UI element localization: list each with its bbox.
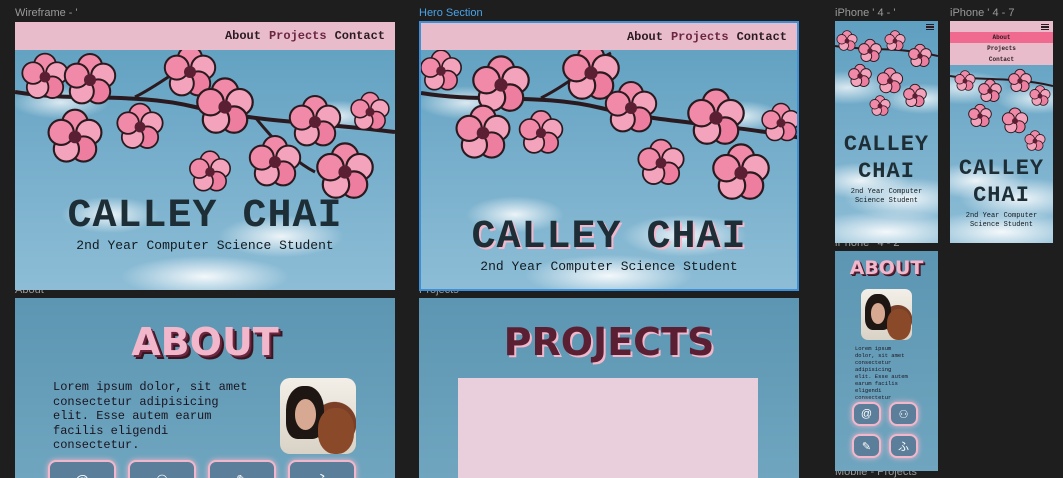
about-text-line: Lorem ipsum dolor, sit amet [53,380,248,394]
about-text-line: consectetur [855,394,892,401]
hero-name-line1: CALLEY [958,156,1045,181]
projects-heading: PROJECTS [503,320,715,364]
about-text-line: facilis eligendi [53,423,169,438]
about-text-line: earum facilis [855,380,898,387]
hero-name-line2: CHAI [973,183,1030,208]
about-text-line: elit. Esse autem [855,373,908,380]
iphone-b-frame[interactable]: About Projects Contact CALLEY CHAI 2nd Y… [950,21,1053,243]
nav-bar: About Projects Contact [421,23,797,50]
about-text: Lorem ipsum dolor, sit amet consectetur … [53,380,247,453]
hero-subtitle: 2nd Year Computer Science Student [76,238,334,253]
handshake-icon[interactable]: ⚇ [889,402,918,426]
projects-frame[interactable]: PROJECTS [419,298,799,478]
about-text-line: elit. Esse autem earum [53,409,212,423]
mobile-menu-contact[interactable]: Contact [950,54,1053,65]
fu-icon[interactable]: ふ [288,460,356,478]
hero-section-frame[interactable]: About Projects Contact CALLEY CHAI 2nd Y… [419,21,799,291]
mobile-menu-about[interactable]: About [950,32,1053,43]
nav-about-link[interactable]: About [225,29,261,43]
hero-subtitle-line2: Science Student [969,221,1033,229]
project-card[interactable] [458,378,758,478]
about-text-line: eligendi [855,387,882,394]
threads-icon[interactable]: @ [48,460,116,478]
frame-label-wireframe[interactable]: Wireframe - ' [15,7,78,19]
threads-icon[interactable]: @ [852,402,881,426]
nav-bar: About Projects Contact [15,22,395,50]
nav-contact-link[interactable]: Contact [335,29,385,43]
about-text-line: Lorem ipsum [855,345,892,352]
hero-subtitle: 2nd Year Computer Science Student [480,259,738,274]
frame-label-hero-section[interactable]: Hero Section [419,7,483,19]
profile-photo [280,378,356,454]
hamburger-menu-icon[interactable] [1041,24,1049,30]
hero-subtitle-line1: 2nd Year Computer [965,212,1038,220]
iphone-a-frame[interactable]: CALLEY CHAI 2nd Year Computer Science St… [835,21,938,243]
hero-subtitle-line1: 2nd Year Computer [850,188,923,196]
hero-name-line2: CHAI [858,159,915,184]
hero-name-line1: CALLEY [843,132,930,157]
about-text: Lorem ipsum dolor, sit amet consectetur … [855,345,908,401]
about-text-line: consectetur adipisicing [53,394,219,409]
frame-label-iphone-a[interactable]: iPhone ' 4 - ' [835,7,895,19]
hero-subtitle-line2: Science Student [854,197,918,205]
about-text-line: consectetur [855,359,892,366]
about-text-line: dolor, sit amet [855,352,905,359]
handshake-icon[interactable]: ⚇ [128,460,196,478]
profile-photo [861,289,912,340]
mobile-nav-bar [950,21,1053,32]
nav-projects-link[interactable]: Projects [269,29,327,43]
about-text-line: consectetur. [53,438,140,452]
pen-icon[interactable]: ✎ [208,460,276,478]
about-heading: ABOUT [849,257,924,279]
about-frame[interactable]: ABOUT Lorem ipsum dolor, sit amet consec… [15,298,395,478]
nav-projects-link[interactable]: Projects [671,30,729,44]
hero-name: CALLEY CHAI [67,194,343,239]
nav-contact-link[interactable]: Contact [737,30,787,44]
about-text-line: adipisicing [855,366,892,373]
wireframe-hero-frame[interactable]: About Projects Contact CALLEY CHAI 2nd Y… [15,22,395,290]
hero-name: CALLEY CHAI [471,215,747,260]
fu-icon[interactable]: ふ [889,434,918,458]
nav-about-link[interactable]: About [627,30,663,44]
mobile-menu-projects[interactable]: Projects [950,43,1053,54]
about-heading: ABOUT [131,320,279,364]
pen-icon[interactable]: ✎ [852,434,881,458]
hamburger-menu-icon[interactable] [926,24,934,30]
iphone-c-frame[interactable]: ABOUT Lorem ipsum dolor, sit amet consec… [835,251,938,471]
frame-label-iphone-b[interactable]: iPhone ' 4 - 7 [950,7,1014,19]
